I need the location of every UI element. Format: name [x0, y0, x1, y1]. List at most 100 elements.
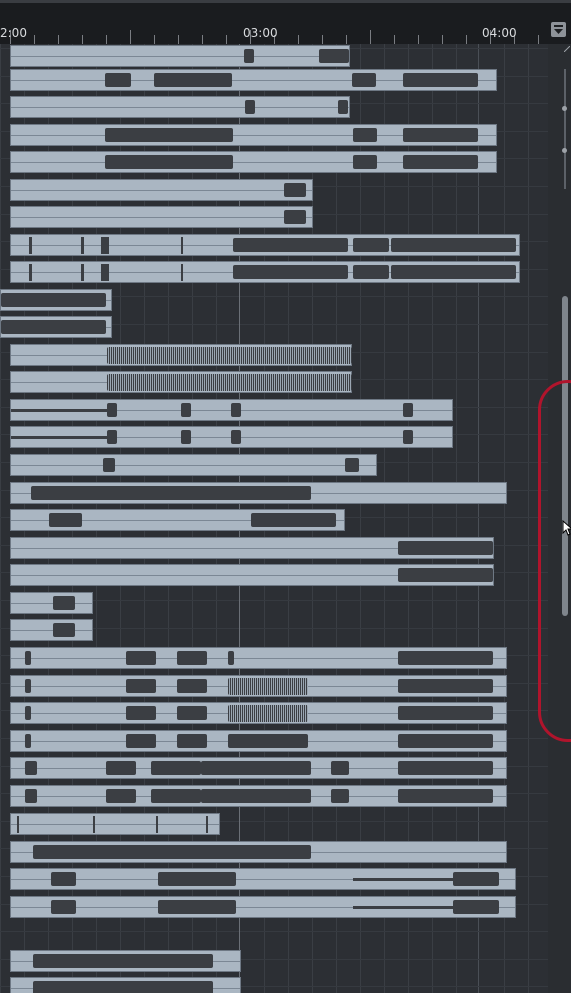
- waveform-segment: [338, 100, 348, 114]
- audio-clip-track-32[interactable]: [10, 896, 516, 918]
- waveform-segment: [398, 734, 493, 748]
- waveform-segment: [25, 706, 31, 720]
- waveform-segment: [53, 596, 75, 610]
- waveform-segment: [398, 568, 493, 582]
- audio-clip-track-14[interactable]: [10, 399, 453, 421]
- audio-clip-track-31[interactable]: [10, 868, 516, 890]
- audio-clip-track-9[interactable]: [10, 261, 520, 283]
- waveform-segment: [206, 816, 208, 833]
- ruler-tick: [34, 35, 35, 44]
- audio-clip-track-24[interactable]: [10, 675, 507, 697]
- ruler-tick: [394, 35, 395, 44]
- audio-clip-track-12[interactable]: [10, 344, 352, 366]
- audio-clip-track-25[interactable]: [10, 702, 507, 724]
- waveform-segment: [403, 155, 478, 169]
- waveform-segment: [353, 155, 377, 169]
- audio-clip-track-22[interactable]: [10, 619, 93, 641]
- highlight-annotation: [538, 380, 571, 742]
- waveform-segment: [398, 789, 493, 803]
- waveform-segment: [101, 237, 109, 254]
- ruler-tick: [418, 35, 419, 44]
- waveform-segment: [353, 906, 453, 909]
- audio-clip-track-26[interactable]: [10, 730, 507, 752]
- audio-clip-track-1[interactable]: [10, 45, 350, 67]
- waveform-segment: [29, 264, 32, 281]
- waveform-segment: [181, 403, 191, 417]
- audio-clip-track-2[interactable]: [10, 69, 497, 91]
- waveform-segment: [352, 73, 376, 87]
- audio-clip-track-6[interactable]: [10, 179, 313, 201]
- waveform-segment: [177, 651, 207, 665]
- ruler-tick: [298, 35, 299, 44]
- audio-clip-track-20[interactable]: [10, 564, 494, 586]
- zoom-slider-track[interactable]: [564, 69, 566, 189]
- waveform-segment: [33, 954, 213, 968]
- mouse-cursor-icon: [562, 520, 571, 536]
- waveform-segment: [105, 155, 233, 169]
- audio-clip-track-10[interactable]: [0, 289, 112, 311]
- zoom-slider-knob[interactable]: [562, 106, 567, 111]
- ruler-label-04-00: 04:00: [482, 26, 517, 40]
- waveform-segment: [331, 761, 349, 775]
- waveform-segment: [51, 900, 76, 914]
- audio-clip-track-23[interactable]: [10, 647, 507, 669]
- audio-clip-track-4[interactable]: [10, 124, 497, 146]
- audio-clip-track-3[interactable]: [10, 96, 350, 118]
- waveform-segment: [233, 265, 348, 279]
- ruler-tick: [82, 35, 83, 44]
- audio-clip-track-5[interactable]: [10, 151, 497, 173]
- ruler-label-03-00: 03:00: [243, 26, 278, 40]
- resize-handle-icon[interactable]: [564, 46, 570, 52]
- audio-clip-track-28[interactable]: [10, 785, 507, 807]
- audio-clip-track-11[interactable]: [0, 316, 112, 338]
- waveform-segment: [81, 237, 84, 254]
- audio-clip-track-19[interactable]: [10, 537, 494, 559]
- zoom-slider-dot: [562, 148, 567, 153]
- audio-clip-track-18[interactable]: [10, 509, 345, 531]
- waveform-segment: [106, 761, 136, 775]
- waveform-segment: [49, 513, 82, 527]
- waveform-segment: [201, 761, 311, 775]
- waveform-segment: [105, 128, 233, 142]
- timeline-ruler[interactable]: 2:00 03:00 04:00: [0, 0, 571, 45]
- waveform-segment: [403, 403, 413, 417]
- waveform-segment: [158, 872, 236, 886]
- waveform-segment: [1, 320, 106, 334]
- audio-clip-track-33[interactable]: [10, 950, 241, 972]
- ruler-tick: [178, 35, 179, 44]
- waveform-segment: [398, 706, 493, 720]
- waveform-segment: [353, 238, 389, 252]
- audio-clip-track-21[interactable]: [10, 592, 93, 614]
- waveform-segment: [228, 705, 308, 722]
- audio-clip-track-8[interactable]: [10, 234, 520, 256]
- dropdown-menu-icon[interactable]: [551, 22, 566, 37]
- audio-clip-track-17[interactable]: [10, 482, 507, 504]
- ruler-top-border: [0, 0, 571, 3]
- audio-clip-track-27[interactable]: [10, 757, 507, 779]
- waveform-segment: [11, 436, 111, 439]
- waveform-segment: [181, 237, 183, 254]
- audio-clip-track-13[interactable]: [10, 371, 352, 393]
- ruler-tick: [346, 35, 347, 44]
- waveform-segment: [51, 872, 76, 886]
- waveform-segment: [53, 623, 75, 637]
- audio-clip-track-30[interactable]: [10, 841, 507, 863]
- waveform-segment: [231, 403, 241, 417]
- audio-clip-track-15[interactable]: [10, 426, 453, 448]
- waveform-segment: [319, 49, 349, 63]
- audio-clip-track-34[interactable]: [10, 977, 241, 993]
- waveform-segment: [93, 816, 95, 833]
- audio-clip-track-7[interactable]: [10, 206, 313, 228]
- waveform-segment: [201, 789, 311, 803]
- ruler-label-2-00: 2:00: [0, 26, 27, 40]
- waveform-segment: [398, 541, 493, 555]
- audio-clip-track-16[interactable]: [10, 454, 377, 476]
- arrange-grid[interactable]: [0, 44, 548, 993]
- audio-clip-track-29[interactable]: [10, 813, 220, 835]
- waveform-segment: [453, 872, 499, 886]
- waveform-segment: [353, 128, 377, 142]
- waveform-segment: [25, 761, 37, 775]
- ruler-tick: [130, 30, 131, 44]
- waveform-segment: [126, 706, 156, 720]
- waveform-segment: [181, 264, 183, 281]
